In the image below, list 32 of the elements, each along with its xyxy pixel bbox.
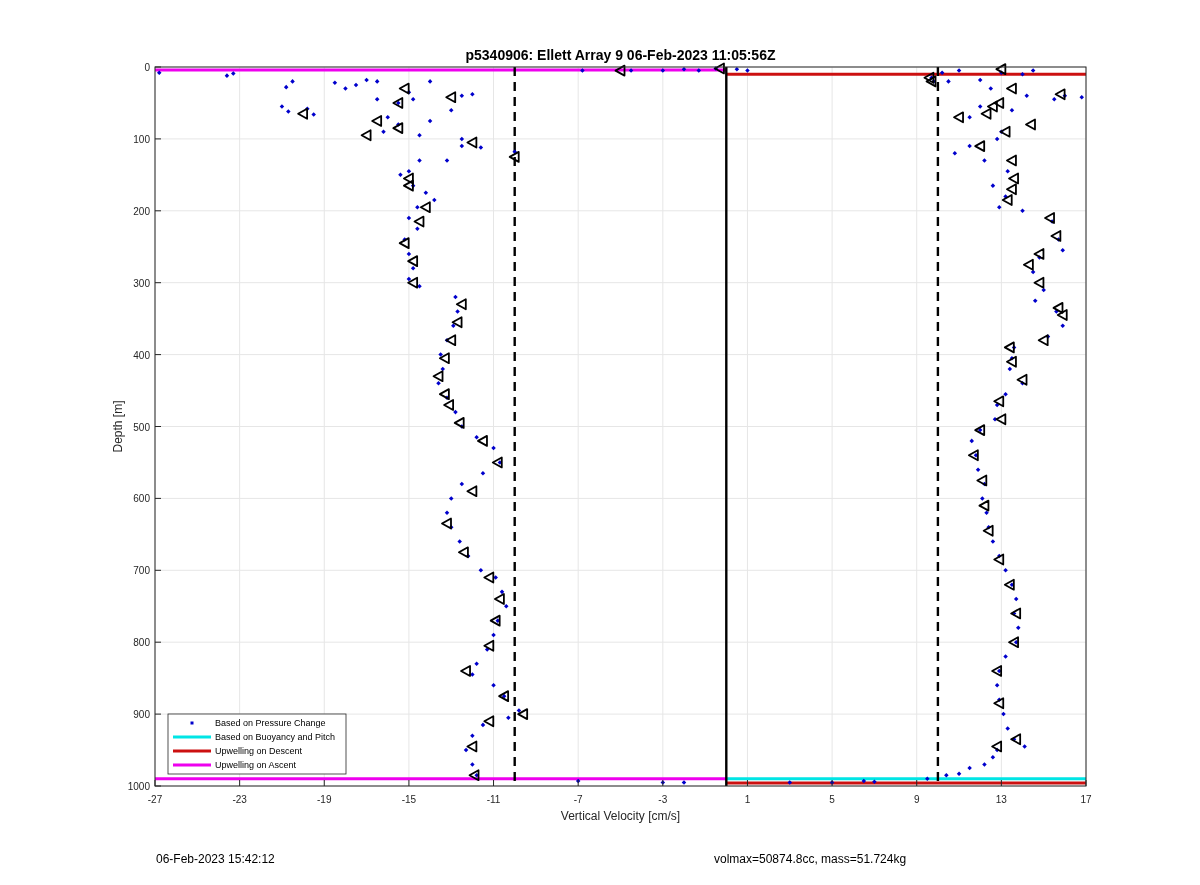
chart-title: p5340906: Ellett Array 9 06-Feb-2023 11:05:56Z bbox=[465, 47, 776, 63]
y-tick-label: 500 bbox=[133, 421, 150, 433]
y-tick-label: 600 bbox=[133, 493, 150, 505]
y-axis-label: Depth [m] bbox=[111, 400, 125, 453]
y-tick-label: 700 bbox=[133, 565, 150, 577]
x-tick-label: -23 bbox=[232, 794, 247, 805]
x-tick-label: 13 bbox=[995, 794, 1007, 805]
x-tick-label: -19 bbox=[317, 794, 332, 805]
y-tick-label: 200 bbox=[133, 205, 150, 217]
x-tick-label: 9 bbox=[913, 794, 920, 805]
x-tick-label: -15 bbox=[401, 794, 417, 805]
timestamp: 06-Feb-2023 15:42:12 bbox=[156, 852, 276, 866]
legend-label: Based on Buoyancy and Pitch bbox=[215, 732, 336, 742]
y-tick-label: 400 bbox=[133, 349, 150, 361]
legend-label: Upwelling on Descent bbox=[215, 746, 303, 756]
legend-label: Based on Pressure Change bbox=[215, 718, 326, 728]
x-tick-label: -7 bbox=[573, 794, 583, 805]
y-tick-label: 300 bbox=[133, 277, 150, 289]
y-tick-label: 1000 bbox=[127, 781, 150, 792]
y-tick-label: 900 bbox=[133, 709, 150, 721]
y-tick-label: 0 bbox=[144, 62, 150, 73]
summary-text: volmax=50874.8cc, mass=51.724kg bbox=[714, 852, 907, 866]
x-tick-label: 17 bbox=[1080, 794, 1092, 805]
y-tick-label: 100 bbox=[133, 133, 150, 145]
x-tick-label: -27 bbox=[147, 794, 163, 805]
x-tick-label: 5 bbox=[829, 794, 835, 805]
y-tick-label: 800 bbox=[133, 637, 150, 649]
x-tick-label: -3 bbox=[658, 794, 668, 805]
x-axis-label: Vertical Velocity [cm/s] bbox=[560, 809, 681, 823]
x-tick-label: 1 bbox=[744, 794, 751, 805]
legend-label: Upwelling on Ascent bbox=[215, 760, 297, 770]
x-tick-label: -11 bbox=[486, 794, 501, 805]
